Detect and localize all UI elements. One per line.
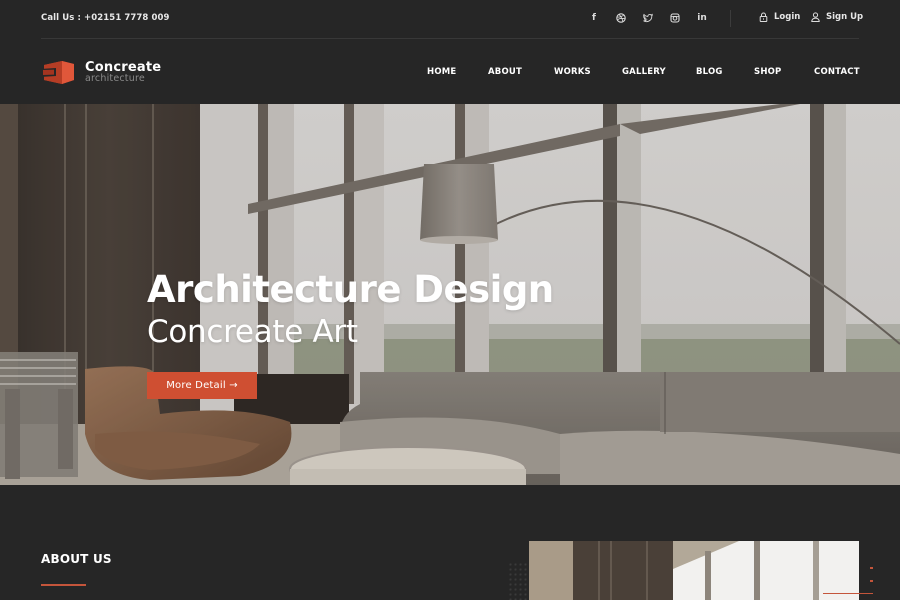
- user-icon: [811, 12, 820, 22]
- instagram-icon[interactable]: [669, 12, 681, 24]
- nav-item-gallery[interactable]: GALLERY: [622, 67, 666, 77]
- hero-title: Architecture Design: [147, 268, 554, 311]
- nav-item-home[interactable]: HOME: [427, 67, 456, 77]
- logo-icon: [40, 61, 74, 84]
- lock-icon: [759, 12, 768, 22]
- call-us-text: Call Us : +02151 7778 009: [41, 13, 170, 23]
- slider-dot-2[interactable]: [870, 580, 873, 582]
- brand-name: Concreate: [85, 59, 162, 75]
- about-image: [529, 541, 859, 600]
- login-link[interactable]: Login: [759, 12, 800, 22]
- nav-item-about[interactable]: ABOUT: [488, 67, 522, 77]
- main-navbar: Concreate architecture HOME ABOUT WORKS …: [0, 39, 900, 104]
- about-heading: ABOUT US: [41, 552, 112, 566]
- brand-logo[interactable]: Concreate architecture: [40, 57, 161, 87]
- brand-tagline: architecture: [85, 72, 145, 84]
- login-label: Login: [774, 12, 801, 22]
- slider-dot-1[interactable]: [870, 567, 873, 569]
- about-underline: [41, 584, 86, 586]
- nav-item-works[interactable]: WORKS: [554, 67, 591, 77]
- slider-dot-3-active[interactable]: [823, 593, 873, 594]
- facebook-icon[interactable]: f: [588, 12, 600, 24]
- linkedin-icon[interactable]: in: [696, 12, 708, 24]
- nav-item-shop[interactable]: SHOP: [754, 67, 782, 77]
- social-links: f in: [588, 12, 723, 24]
- nav-item-blog[interactable]: BLOG: [696, 67, 723, 77]
- hero-subtitle: Concreate Art: [147, 314, 358, 350]
- more-detail-button[interactable]: More Detail →: [147, 372, 257, 399]
- top-vertical-divider: [730, 10, 731, 27]
- nav-item-contact[interactable]: CONTACT: [814, 67, 860, 77]
- signup-label: Sign Up: [826, 12, 864, 22]
- dribbble-icon[interactable]: [615, 12, 627, 24]
- signup-link[interactable]: Sign Up: [811, 12, 863, 22]
- twitter-icon[interactable]: [642, 12, 654, 24]
